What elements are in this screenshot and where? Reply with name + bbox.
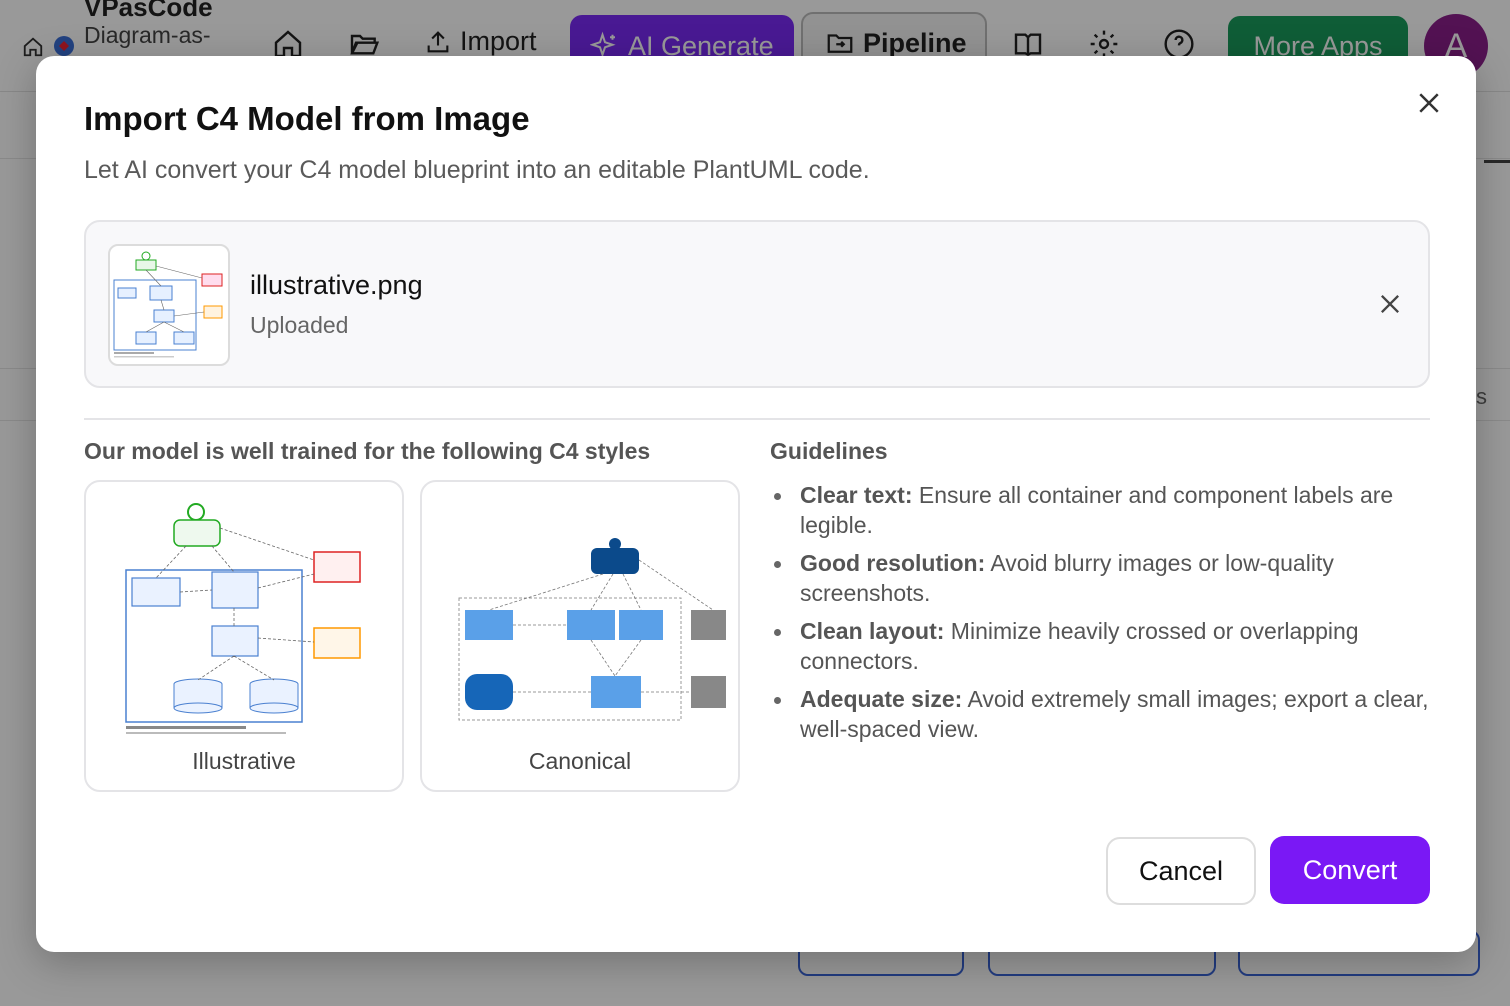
- guideline-term: Good resolution:: [800, 550, 986, 576]
- guideline-item: Good resolution: Avoid blurry images or …: [770, 548, 1430, 608]
- convert-button[interactable]: Convert: [1270, 836, 1430, 904]
- diagram-thumbnail-image: [113, 251, 223, 358]
- style-card-canonical[interactable]: Canonical: [420, 480, 740, 792]
- guideline-term: Clear text:: [800, 482, 913, 508]
- style-label-illustrative: Illustrative: [192, 748, 296, 774]
- canonical-diagram-image: [453, 538, 726, 726]
- uploaded-file-card: illustrative.png Uploaded: [84, 220, 1430, 388]
- guideline-item: Clear text: Ensure all container and com…: [770, 480, 1430, 540]
- modal-title: Import C4 Model from Image: [84, 100, 530, 137]
- guideline-term: Clean layout:: [800, 618, 945, 644]
- illustrative-diagram-image: [125, 503, 361, 734]
- style-card-illustrative[interactable]: Illustrative: [84, 480, 404, 792]
- guidelines-list: Clear text: Ensure all container and com…: [770, 480, 1430, 752]
- file-name: illustrative.png: [250, 270, 423, 300]
- cancel-button[interactable]: Cancel: [1106, 837, 1256, 905]
- file-status: Uploaded: [250, 312, 349, 338]
- section-divider: [84, 418, 1430, 420]
- guideline-item: Adequate size: Avoid extremely small ima…: [770, 684, 1430, 744]
- remove-file-icon[interactable]: [1376, 290, 1404, 318]
- guideline-item: Clean layout: Minimize heavily crossed o…: [770, 616, 1430, 676]
- guideline-term: Adequate size:: [800, 686, 963, 712]
- guidelines-heading: Guidelines: [770, 438, 888, 464]
- styles-heading: Our model is well trained for the follow…: [84, 438, 651, 464]
- style-label-canonical: Canonical: [528, 748, 632, 774]
- modal-description: Let AI convert your C4 model blueprint i…: [84, 156, 870, 184]
- file-thumbnail: [108, 244, 230, 366]
- close-icon[interactable]: [1414, 88, 1444, 118]
- import-c4-modal: Import C4 Model from Image Let AI conver…: [36, 56, 1476, 952]
